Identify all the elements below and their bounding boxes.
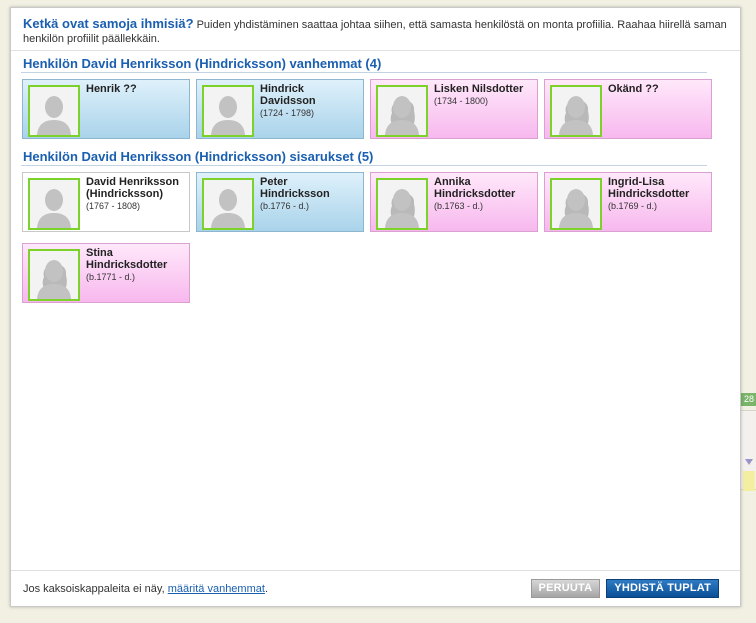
define-parents-link[interactable]: määritä vanhemmat: [168, 583, 265, 595]
person-name: Hindrick Davidsson: [260, 83, 316, 107]
person-dates: (1734 - 1800): [434, 96, 489, 106]
merge-duplicates-button[interactable]: YHDISTÄ TUPLAT: [606, 579, 719, 598]
dialog-title: Ketkä ovat samoja ihmisiä?: [23, 16, 194, 31]
footer-period: .: [264, 582, 268, 595]
person-name: Annika Hindricksdotter: [434, 176, 516, 200]
person-dates: (b.1763 - d.): [434, 201, 484, 211]
person-silhouette-icon: [376, 85, 428, 137]
person-name: Ingrid-Lisa Hindricksdotter: [608, 176, 690, 200]
person-dates: (1767 - 1808): [86, 201, 141, 211]
person-name: David Henriksson (Hindricksson): [86, 176, 179, 200]
footer-buttons: PERUUTA YHDISTÄ TUPLAT: [530, 579, 719, 598]
person-dates: (1724 - 1798): [260, 108, 315, 118]
person-dates: (b.1769 - d.): [608, 201, 658, 211]
person-silhouette-icon: [376, 178, 428, 230]
siblings-section-title: Henkilön David Henriksson (Hindricksson)…: [21, 149, 707, 166]
parents-grid: Henrik ?? Hindrick Davidsson (1724 - 1798)…: [21, 79, 712, 139]
person-silhouette-icon: [28, 178, 80, 230]
triangle-down-icon: [745, 459, 753, 465]
person-card[interactable]: Stina Hindricksdotter (b.1771 - d.): [22, 243, 190, 303]
person-dates: (b.1771 - d.): [86, 272, 136, 282]
person-silhouette-icon: [550, 178, 602, 230]
person-card[interactable]: Okänd ??: [544, 79, 712, 139]
dialog-header: Ketkä ovat samoja ihmisiä? Puiden yhdist…: [11, 8, 740, 51]
person-card[interactable]: Lisken Nilsdotter (1734 - 1800): [370, 79, 538, 139]
person-silhouette-icon: [28, 249, 80, 301]
person-card[interactable]: Annika Hindricksdotter (b.1763 - d.): [370, 172, 538, 232]
merge-duplicates-dialog: Ketkä ovat samoja ihmisiä? Puiden yhdist…: [10, 7, 741, 607]
person-silhouette-icon: [28, 85, 80, 137]
person-card[interactable]: David Henriksson (Hindricksson) (1767 - 1…: [22, 172, 190, 232]
siblings-grid: David Henriksson (Hindricksson) (1767 - 1…: [21, 172, 712, 303]
person-card[interactable]: Hindrick Davidsson (1724 - 1798): [196, 79, 364, 139]
person-card[interactable]: Peter Hindricksson (b.1776 - d.): [196, 172, 364, 232]
person-card[interactable]: Henrik ??: [22, 79, 190, 139]
person-name: Peter Hindricksson: [260, 176, 330, 200]
person-silhouette-icon: [202, 178, 254, 230]
person-name: Henrik ??: [86, 83, 137, 95]
dialog-content: Henkilön David Henriksson (Hindricksson)…: [21, 56, 712, 303]
person-silhouette-icon: [550, 85, 602, 137]
person-name: Okänd ??: [608, 83, 659, 95]
background-note: [743, 471, 755, 491]
background-panel: [740, 410, 756, 491]
person-name: Lisken Nilsdotter: [434, 83, 524, 95]
dialog-footer: Jos kaksoiskappaleita ei näy, määritä va…: [11, 570, 740, 606]
person-name: Stina Hindricksdotter: [86, 247, 168, 271]
person-dates: (b.1776 - d.): [260, 201, 310, 211]
cancel-button[interactable]: PERUUTA: [530, 579, 601, 598]
parents-section-title: Henkilön David Henriksson (Hindricksson)…: [21, 56, 707, 73]
footer-text: Jos kaksoiskappaleita ei näy,: [23, 582, 165, 595]
person-card[interactable]: Ingrid-Lisa Hindricksdotter (b.1769 - d.): [544, 172, 712, 232]
person-silhouette-icon: [202, 85, 254, 137]
